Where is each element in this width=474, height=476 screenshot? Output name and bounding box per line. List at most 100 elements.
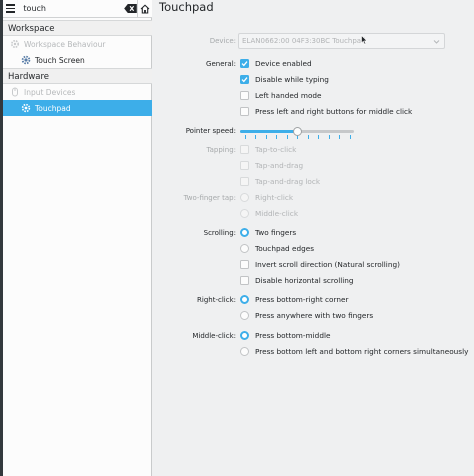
radio-selected-circle xyxy=(240,331,249,340)
checkbox-box xyxy=(240,107,249,116)
hamburger-icon xyxy=(5,4,15,6)
check-icon xyxy=(240,75,249,84)
radio-label: Two fingers xyxy=(255,228,297,237)
radio-label: Press anywhere with two fingers xyxy=(255,311,374,320)
radio-circle xyxy=(240,244,249,253)
slider-tick xyxy=(339,135,340,139)
checkbox-label: Disable while typing xyxy=(255,75,329,84)
slider-tick xyxy=(318,135,319,139)
sidebar: Workspace Workspace Behaviour Touch Scre… xyxy=(0,0,152,476)
slider-tick xyxy=(255,135,256,139)
middle-click-label: Middle-click: xyxy=(192,332,236,340)
two-finger-tap-label: Two-finger tap: xyxy=(183,194,236,202)
radio-label: Press bottom left and bottom right corne… xyxy=(255,347,469,356)
device-label: Device: xyxy=(209,37,236,45)
scrolling-label: Scrolling: xyxy=(203,229,236,237)
sidebar-item-label: Touch Screen xyxy=(35,55,85,65)
check-icon xyxy=(240,59,249,68)
radio-label: Middle-click xyxy=(255,209,299,218)
scroll-two-fingers-radio[interactable]: Two fingers xyxy=(240,228,296,237)
sidebar-item-input-devices[interactable]: Input Devices xyxy=(3,84,152,100)
checkbox-box xyxy=(240,276,249,285)
disable-horizontal-scrolling-checkbox[interactable]: Disable horizontal scrolling xyxy=(240,276,354,285)
device-combobox[interactable]: ELAN0662:00 04F3:30BC Touchpad xyxy=(238,33,445,49)
disable-while-typing-checkbox[interactable]: Disable while typing xyxy=(240,75,329,84)
section-header-workspace: Workspace xyxy=(3,20,152,36)
slider-tick xyxy=(328,135,330,139)
two-finger-middle-click-radio[interactable]: Middle-click xyxy=(240,209,298,218)
checkbox-box xyxy=(240,91,249,100)
left-handed-mode-checkbox[interactable]: Left handed mode xyxy=(240,91,322,100)
section-header-hardware: Hardware xyxy=(3,68,152,84)
two-finger-right-click-radio[interactable]: Right-click xyxy=(240,193,293,202)
right-click-bottom-right-radio[interactable]: Press bottom-right corner xyxy=(240,295,348,304)
checkbox-box xyxy=(240,260,249,269)
search-input[interactable] xyxy=(17,1,125,16)
page-title: Touchpad xyxy=(159,0,214,14)
radio-label: Touchpad edges xyxy=(255,244,315,253)
clear-search-button[interactable] xyxy=(124,2,138,16)
radio-label: Right-click xyxy=(255,193,294,202)
slider-tick xyxy=(307,135,309,139)
chevron-down-icon xyxy=(433,40,440,44)
home-button[interactable] xyxy=(137,0,152,18)
middle-click-bottom-middle-radio[interactable]: Press bottom-middle xyxy=(240,331,330,340)
checkbox-label: Invert scroll direction (Natural scrolli… xyxy=(255,260,400,269)
pointer-speed-slider[interactable] xyxy=(240,127,354,141)
search-bar xyxy=(3,0,152,18)
slider-tick xyxy=(349,135,351,139)
main-panel: Touchpad Device: ELAN0662:00 04F3:30BC T… xyxy=(153,0,474,476)
middle-click-corners-radio[interactable]: Press bottom left and bottom right corne… xyxy=(240,347,468,356)
checkbox-label: Disable horizontal scrolling xyxy=(255,276,354,285)
mouse-cursor-icon xyxy=(361,35,368,45)
tap-and-drag-checkbox[interactable]: Tap-and-drag xyxy=(240,161,303,170)
checkbox-box xyxy=(240,177,249,186)
sidebar-item-label: Input Devices xyxy=(24,87,76,97)
radio-label: Press bottom-right corner xyxy=(255,295,349,304)
scroll-touchpad-edges-radio[interactable]: Touchpad edges xyxy=(240,244,314,253)
input-devices-icon xyxy=(10,87,20,97)
checkbox-label: Left handed mode xyxy=(255,91,322,100)
right-click-two-fingers-radio[interactable]: Press anywhere with two fingers xyxy=(240,311,373,320)
radio-selected-circle xyxy=(240,228,249,237)
hamburger-menu-button[interactable] xyxy=(3,0,17,18)
tap-and-drag-lock-checkbox[interactable]: Tap-and-drag lock xyxy=(240,177,320,186)
checkbox-box xyxy=(240,161,249,170)
slider-tick xyxy=(276,135,277,139)
checkbox-box xyxy=(240,145,249,154)
workspace-behaviour-icon xyxy=(10,39,20,49)
checkbox-label: Tap-and-drag lock xyxy=(255,177,321,186)
slider-tick xyxy=(244,135,246,139)
radio-label: Press bottom-middle xyxy=(255,331,331,340)
sidebar-item-workspace-behaviour[interactable]: Workspace Behaviour xyxy=(3,36,152,52)
pointer-speed-label: Pointer speed: xyxy=(185,127,236,135)
right-click-label: Right-click: xyxy=(197,296,236,304)
checkbox-label: Tap-and-drag xyxy=(255,161,304,170)
radio-circle xyxy=(240,209,249,218)
sidebar-item-label: Workspace Behaviour xyxy=(24,39,106,49)
device-enabled-checkbox[interactable]: Device enabled xyxy=(240,59,312,68)
checkbox-label: Press left and right buttons for middle … xyxy=(255,107,413,116)
slider-handle[interactable] xyxy=(292,127,302,136)
radio-circle xyxy=(240,311,249,320)
sidebar-item-touchpad[interactable]: Touchpad xyxy=(3,100,152,116)
home-icon xyxy=(140,3,150,14)
backspace-clear-icon xyxy=(124,4,138,13)
radio-circle xyxy=(240,347,249,356)
slider-tick xyxy=(265,135,267,139)
sidebar-item-label: Touchpad xyxy=(35,103,71,113)
radio-selected-circle xyxy=(240,295,249,304)
gear-icon xyxy=(21,55,31,65)
gear-icon xyxy=(21,103,31,113)
natural-scrolling-checkbox[interactable]: Invert scroll direction (Natural scrolli… xyxy=(240,260,400,269)
checkbox-label: Device enabled xyxy=(255,59,312,68)
sidebar-item-touch-screen[interactable]: Touch Screen xyxy=(3,52,152,68)
tap-to-click-checkbox[interactable]: Tap-to-click xyxy=(240,145,296,154)
slider-fill xyxy=(240,130,297,133)
checkbox-label: Tap-to-click xyxy=(255,145,297,154)
middle-click-emulation-checkbox[interactable]: Press left and right buttons for middle … xyxy=(240,107,412,116)
general-label: General: xyxy=(206,60,236,68)
slider-tick xyxy=(286,135,288,139)
radio-circle xyxy=(240,193,249,202)
tapping-label: Tapping: xyxy=(206,146,236,154)
